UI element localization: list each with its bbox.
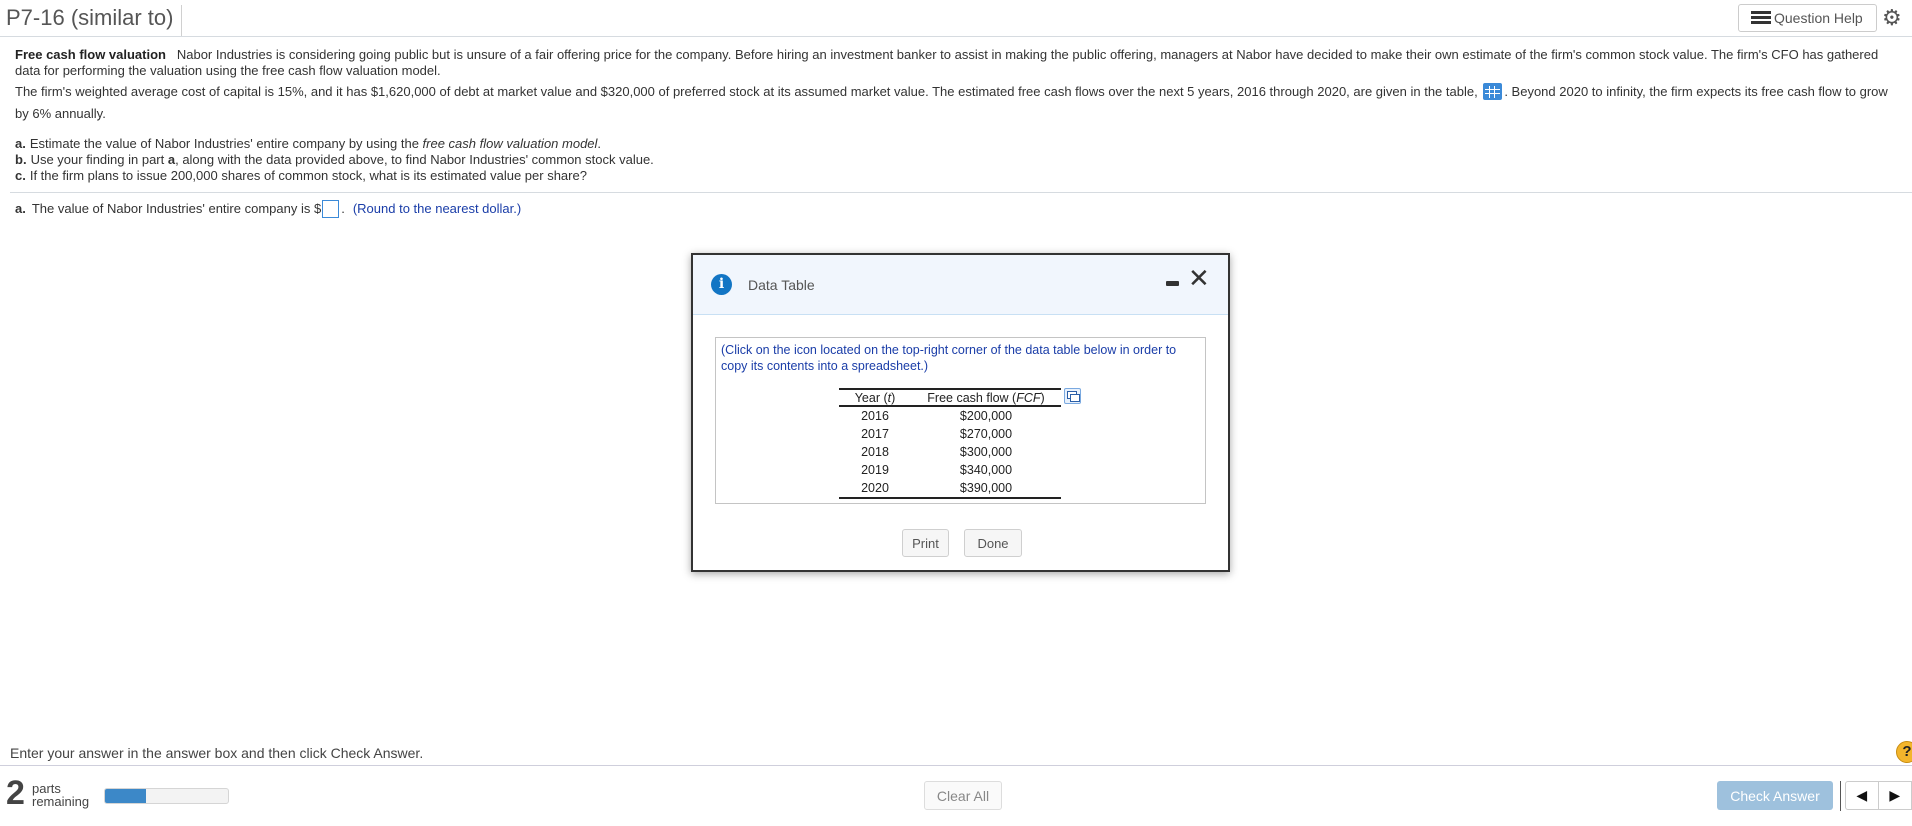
copy-instruction: (Click on the icon located on the top-ri… — [721, 343, 1177, 373]
part-c: c. If the firm plans to issue 200,000 sha… — [15, 168, 654, 184]
part-a-italic: free cash flow valuation model — [422, 136, 598, 151]
table-row: 2016 $200,000 — [839, 406, 1061, 425]
data-table-dialog: i Data Table ✕ (Click on the icon locate… — [691, 253, 1230, 572]
previous-arrow-icon[interactable]: ◀ — [1846, 782, 1879, 809]
question-paragraph-1: Free cash flow valuation Nabor Industrie… — [15, 47, 1905, 79]
gear-icon[interactable]: ⚙ — [1882, 7, 1904, 29]
answer-row: a. The value of Nabor Industries' entire… — [15, 200, 521, 218]
header-bar: P7-16 (similar to) Question Help ⚙ — [0, 0, 1912, 37]
year-cell: 2017 — [861, 427, 889, 441]
progress-bar — [104, 788, 229, 804]
info-icon: i — [711, 274, 732, 295]
fcf-cell: $300,000 — [959, 445, 1013, 459]
part-b-bold: a — [167, 152, 176, 167]
year-cell: 2019 — [861, 463, 889, 477]
fcf-cell: $390,000 — [911, 479, 1061, 499]
table-header-row: Year (t) Free cash flow (FCF) — [839, 388, 1061, 407]
column-header-year: Year (t) — [839, 388, 911, 407]
page-title: P7-16 (similar to) — [6, 5, 183, 36]
list-icon — [1748, 11, 1771, 25]
parts-remaining-label: parts remaining — [32, 782, 89, 808]
question-text: Free cash flow valuation Nabor Industrie… — [15, 47, 1905, 125]
progress-bar-fill — [105, 789, 146, 803]
part-a-text: Estimate the value of Nabor Industries' … — [29, 136, 423, 151]
fcf-cell: $270,000 — [959, 427, 1013, 441]
year-cell: 2016 — [861, 409, 889, 423]
separator — [1840, 781, 1841, 811]
year-cell: 2020 — [839, 479, 911, 499]
table-row: 2019 $340,000 — [839, 461, 1061, 479]
paragraph-1-text: Nabor Industries is considering going pu… — [15, 47, 1879, 78]
fcf-cell: $340,000 — [959, 463, 1013, 477]
paragraph-2-text: The firm's weighted average cost of capi… — [15, 84, 1478, 99]
table-row: 2020 $390,000 — [839, 479, 1061, 499]
part-b-label: b. — [15, 152, 27, 167]
part-b-text: Use your finding in part — [30, 152, 168, 167]
fcf-table: Year (t) Free cash flow (FCF) 2016 $200,0… — [839, 388, 1061, 499]
question-help-label: Question Help — [1774, 10, 1863, 26]
question-heading: Free cash flow valuation — [15, 47, 166, 62]
fcf-cell: $200,000 — [959, 409, 1013, 423]
help-icon[interactable]: ? — [1896, 741, 1912, 763]
answer-suffix: . — [341, 201, 345, 216]
copy-to-spreadsheet-icon[interactable] — [1064, 388, 1081, 404]
close-icon[interactable]: ✕ — [1188, 266, 1212, 292]
question-parts: a. Estimate the value of Nabor Industries… — [15, 136, 654, 184]
year-cell: 2018 — [861, 445, 889, 459]
part-c-text: If the firm plans to issue 200,000 share… — [29, 168, 587, 183]
question-paragraph-2: The firm's weighted average cost of capi… — [15, 81, 1905, 125]
data-table-panel: (Click on the icon located on the top-ri… — [715, 337, 1206, 504]
answer-input[interactable] — [322, 200, 340, 218]
part-c-label: c. — [15, 168, 26, 183]
dialog-title: Data Table — [748, 277, 815, 293]
check-answer-button[interactable]: Check Answer — [1717, 781, 1833, 810]
minimize-icon[interactable] — [1166, 278, 1180, 286]
footer-divider — [0, 765, 1912, 766]
question-help-button[interactable]: Question Help — [1738, 4, 1877, 32]
part-b-end: , along with the data provided above, to… — [175, 152, 654, 167]
clear-all-button[interactable]: Clear All — [924, 781, 1002, 810]
table-row: 2018 $300,000 — [839, 443, 1061, 461]
answer-label: a. — [15, 201, 26, 216]
answer-prompt: The value of Nabor Industries' entire co… — [31, 201, 322, 216]
part-a-end: . — [597, 136, 602, 151]
print-button[interactable]: Print — [902, 529, 949, 557]
divider — [10, 192, 1912, 193]
column-header-fcf: Free cash flow (FCF) — [911, 388, 1061, 407]
parts-remaining-count: 2 — [6, 774, 25, 812]
question-navigation: ◀ ▶ — [1845, 781, 1912, 810]
part-a-label: a. — [15, 136, 26, 151]
part-b: b. Use your finding in part a, along with… — [15, 152, 654, 168]
part-a: a. Estimate the value of Nabor Industries… — [15, 136, 654, 152]
dialog-header: i Data Table ✕ — [693, 255, 1228, 315]
table-row: 2017 $270,000 — [839, 425, 1061, 443]
next-arrow-icon[interactable]: ▶ — [1879, 782, 1911, 809]
done-button[interactable]: Done — [964, 529, 1022, 557]
parts-label-line-2: remaining — [32, 794, 90, 809]
table-grid-icon[interactable] — [1483, 83, 1503, 100]
instruction-text: Enter your answer in the answer box and … — [10, 745, 424, 761]
rounding-hint: (Round to the nearest dollar.) — [352, 201, 522, 216]
